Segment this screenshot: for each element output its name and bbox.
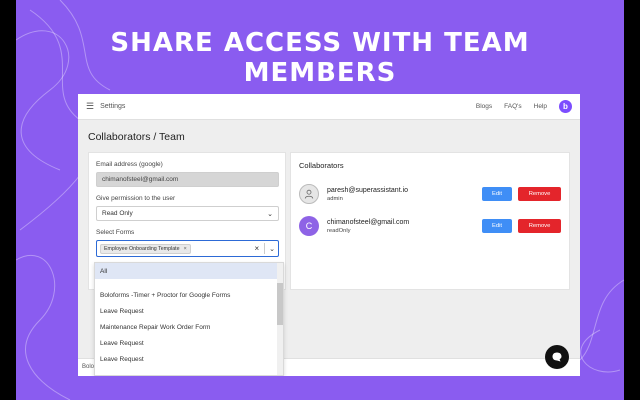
dropdown-option[interactable]: Boloforms -Timer + Proctor for Google Fo… (95, 287, 283, 303)
collaborator-row: C chimanofsteel@gmail.com readOnly Edit … (299, 214, 561, 238)
collaborators-title: Collaborators (299, 161, 344, 170)
dropdown-option[interactable]: Leave Request (95, 351, 283, 367)
divider (264, 243, 266, 254)
dropdown-option[interactable]: Maintenance Repair Work Order Form (95, 319, 283, 335)
clear-icon[interactable]: × (254, 244, 259, 253)
remove-button[interactable]: Remove (518, 187, 561, 201)
brand-logo[interactable]: b (559, 100, 572, 113)
collaborator-role: readOnly (327, 227, 351, 234)
email-value: chimanofsteel@gmail.com (102, 176, 179, 183)
nav-faqs[interactable]: FAQ's (504, 103, 522, 110)
page-title: Collaborators / Team (88, 131, 185, 143)
nav-blogs[interactable]: Blogs (476, 103, 492, 110)
permission-select[interactable]: Read Only ⌄ (96, 206, 279, 221)
app-window: ☰ Settings Blogs FAQ's Help b Collaborat… (78, 94, 580, 376)
hamburger-icon[interactable]: ☰ (86, 101, 94, 112)
avatar: C (299, 216, 319, 236)
permission-label: Give permission to the user (96, 195, 176, 202)
footer-text: Bolo (82, 364, 95, 370)
promo-background: SHARE ACCESS WITH TEAM MEMBERS ☰ Setting… (0, 0, 640, 400)
forms-multiselect[interactable]: Employee Onboarding Template × × ⌄ (96, 240, 279, 257)
dropdown-option[interactable]: Leave Request (95, 303, 283, 319)
email-field[interactable]: chimanofsteel@gmail.com (96, 172, 279, 187)
collaborator-email: chimanofsteel@gmail.com (327, 218, 410, 226)
edit-button[interactable]: Edit (482, 187, 512, 201)
forms-dropdown-menu: All Boloforms -Timer + Proctor for Googl… (94, 262, 284, 376)
dropdown-option[interactable]: Leave Request (95, 335, 283, 351)
chevron-down-icon: ⌄ (267, 210, 273, 218)
collaborator-info: chimanofsteel@gmail.com readOnly (327, 219, 482, 234)
chat-bubble-icon[interactable] (545, 345, 569, 369)
collaborator-row: paresh@superassistant.io admin Edit Remo… (299, 182, 561, 206)
email-label: Email address (google) (96, 161, 163, 168)
forms-label: Select Forms (96, 229, 135, 236)
dropdown-scroll-thumb[interactable] (277, 283, 283, 325)
headline-line2: MEMBERS (243, 58, 397, 88)
breadcrumb: Settings (100, 103, 126, 110)
top-bar: ☰ Settings Blogs FAQ's Help b (78, 94, 580, 120)
remove-button[interactable]: Remove (518, 219, 561, 233)
headline-line1: SHARE ACCESS WITH TEAM (110, 28, 530, 58)
selected-form-tag: Employee Onboarding Template × (100, 243, 191, 254)
dropdown-spacer (95, 279, 283, 287)
user-icon (299, 184, 319, 204)
collaborator-info: paresh@superassistant.io admin (327, 187, 482, 202)
collaborators-panel: Collaborators paresh@superassistant.io a… (290, 152, 570, 290)
collaborator-role: admin (327, 195, 343, 202)
nav-help[interactable]: Help (534, 103, 547, 110)
dropdown-option[interactable]: All (95, 263, 283, 279)
edit-button[interactable]: Edit (482, 219, 512, 233)
headline: SHARE ACCESS WITH TEAM MEMBERS (0, 28, 640, 88)
remove-tag-icon[interactable]: × (184, 246, 187, 252)
collaborator-email: paresh@superassistant.io (327, 186, 409, 194)
selected-form-tag-label: Employee Onboarding Template (104, 245, 180, 252)
chevron-down-icon[interactable]: ⌄ (269, 245, 275, 253)
permission-value: Read Only (102, 210, 133, 217)
